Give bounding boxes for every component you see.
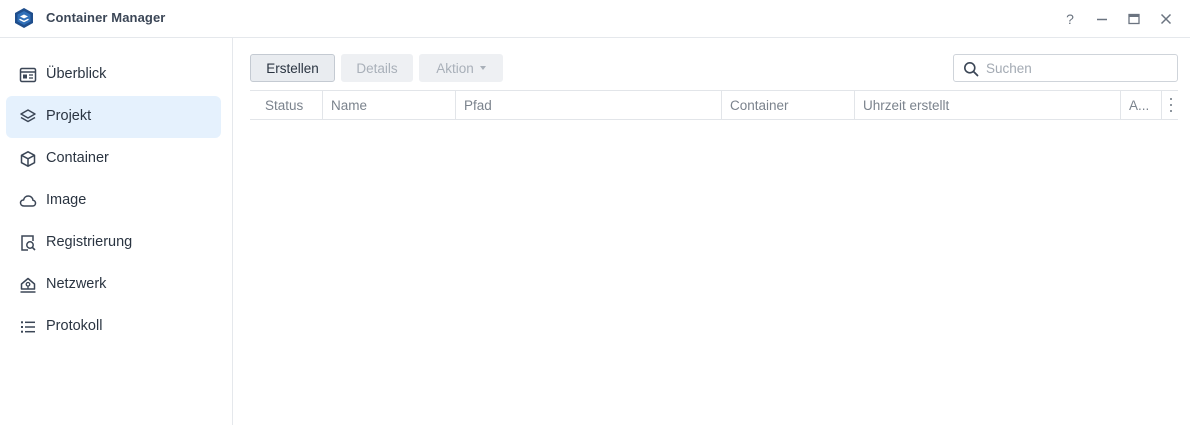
column-header-name[interactable]: Name <box>331 91 367 119</box>
action-dropdown-label: Aktion <box>436 60 474 76</box>
search-icon <box>964 62 979 77</box>
action-dropdown[interactable]: Aktion <box>419 54 503 82</box>
overview-icon <box>19 67 37 83</box>
sidebar-item-network[interactable]: Netzwerk <box>6 264 221 306</box>
layers-icon <box>20 109 36 123</box>
details-button[interactable]: Details <box>341 54 413 82</box>
sidebar-item-label: Netzwerk <box>46 276 107 292</box>
sidebar-item-overview[interactable]: Überblick <box>6 54 221 96</box>
column-header-path[interactable]: Pfad <box>464 91 492 119</box>
table-header: Status Name Pfad Container Uhrzeit erste… <box>250 90 1178 120</box>
column-header-truncated[interactable]: A... <box>1129 91 1149 119</box>
help-button[interactable]: ? <box>1060 9 1080 29</box>
column-divider[interactable] <box>322 91 323 119</box>
minimize-icon <box>1097 18 1107 21</box>
sidebar-item-project[interactable]: Projekt <box>6 96 221 138</box>
column-options-icon[interactable] <box>1168 98 1174 112</box>
app-title: Container Manager <box>46 10 166 25</box>
maximize-icon <box>1128 13 1140 25</box>
sidebar-item-container[interactable]: Container <box>6 138 221 180</box>
help-icon: ? <box>1066 11 1074 27</box>
sidebar-item-label: Projekt <box>46 108 92 124</box>
column-divider[interactable] <box>1161 91 1162 119</box>
sidebar: Überblick Projekt Container Image Regist… <box>0 38 233 425</box>
maximize-button[interactable] <box>1124 9 1144 29</box>
column-divider[interactable] <box>455 91 456 119</box>
sidebar-item-label: Überblick <box>46 66 107 82</box>
network-icon <box>20 277 36 293</box>
caret-down-icon <box>479 66 486 70</box>
main-panel: Erstellen Details Aktion Status Name Pfa… <box>234 38 1190 425</box>
column-header-status[interactable]: Status <box>265 91 303 119</box>
column-header-container[interactable]: Container <box>730 91 789 119</box>
create-button[interactable]: Erstellen <box>250 54 335 82</box>
sidebar-item-label: Protokoll <box>46 318 103 334</box>
sidebar-item-label: Container <box>46 150 109 166</box>
sidebar-item-label: Registrierung <box>46 234 133 250</box>
search-box[interactable] <box>953 54 1178 82</box>
sidebar-item-label: Image <box>46 192 87 208</box>
container-manager-logo-icon <box>15 8 33 28</box>
close-icon <box>1160 13 1172 25</box>
column-divider[interactable] <box>721 91 722 119</box>
column-divider[interactable] <box>1120 91 1121 119</box>
cloud-icon <box>19 195 37 207</box>
close-button[interactable] <box>1156 9 1176 29</box>
search-input[interactable] <box>986 58 1171 78</box>
registry-search-icon <box>21 235 36 251</box>
column-divider[interactable] <box>854 91 855 119</box>
column-header-created-time[interactable]: Uhrzeit erstellt <box>863 91 949 119</box>
sidebar-item-log[interactable]: Protokoll <box>6 306 221 348</box>
sidebar-item-registry[interactable]: Registrierung <box>6 222 221 264</box>
list-icon <box>21 321 35 333</box>
minimize-button[interactable] <box>1092 9 1112 29</box>
cube-icon <box>20 151 36 167</box>
sidebar-item-image[interactable]: Image <box>6 180 221 222</box>
title-bar: Container Manager ? <box>0 0 1190 38</box>
